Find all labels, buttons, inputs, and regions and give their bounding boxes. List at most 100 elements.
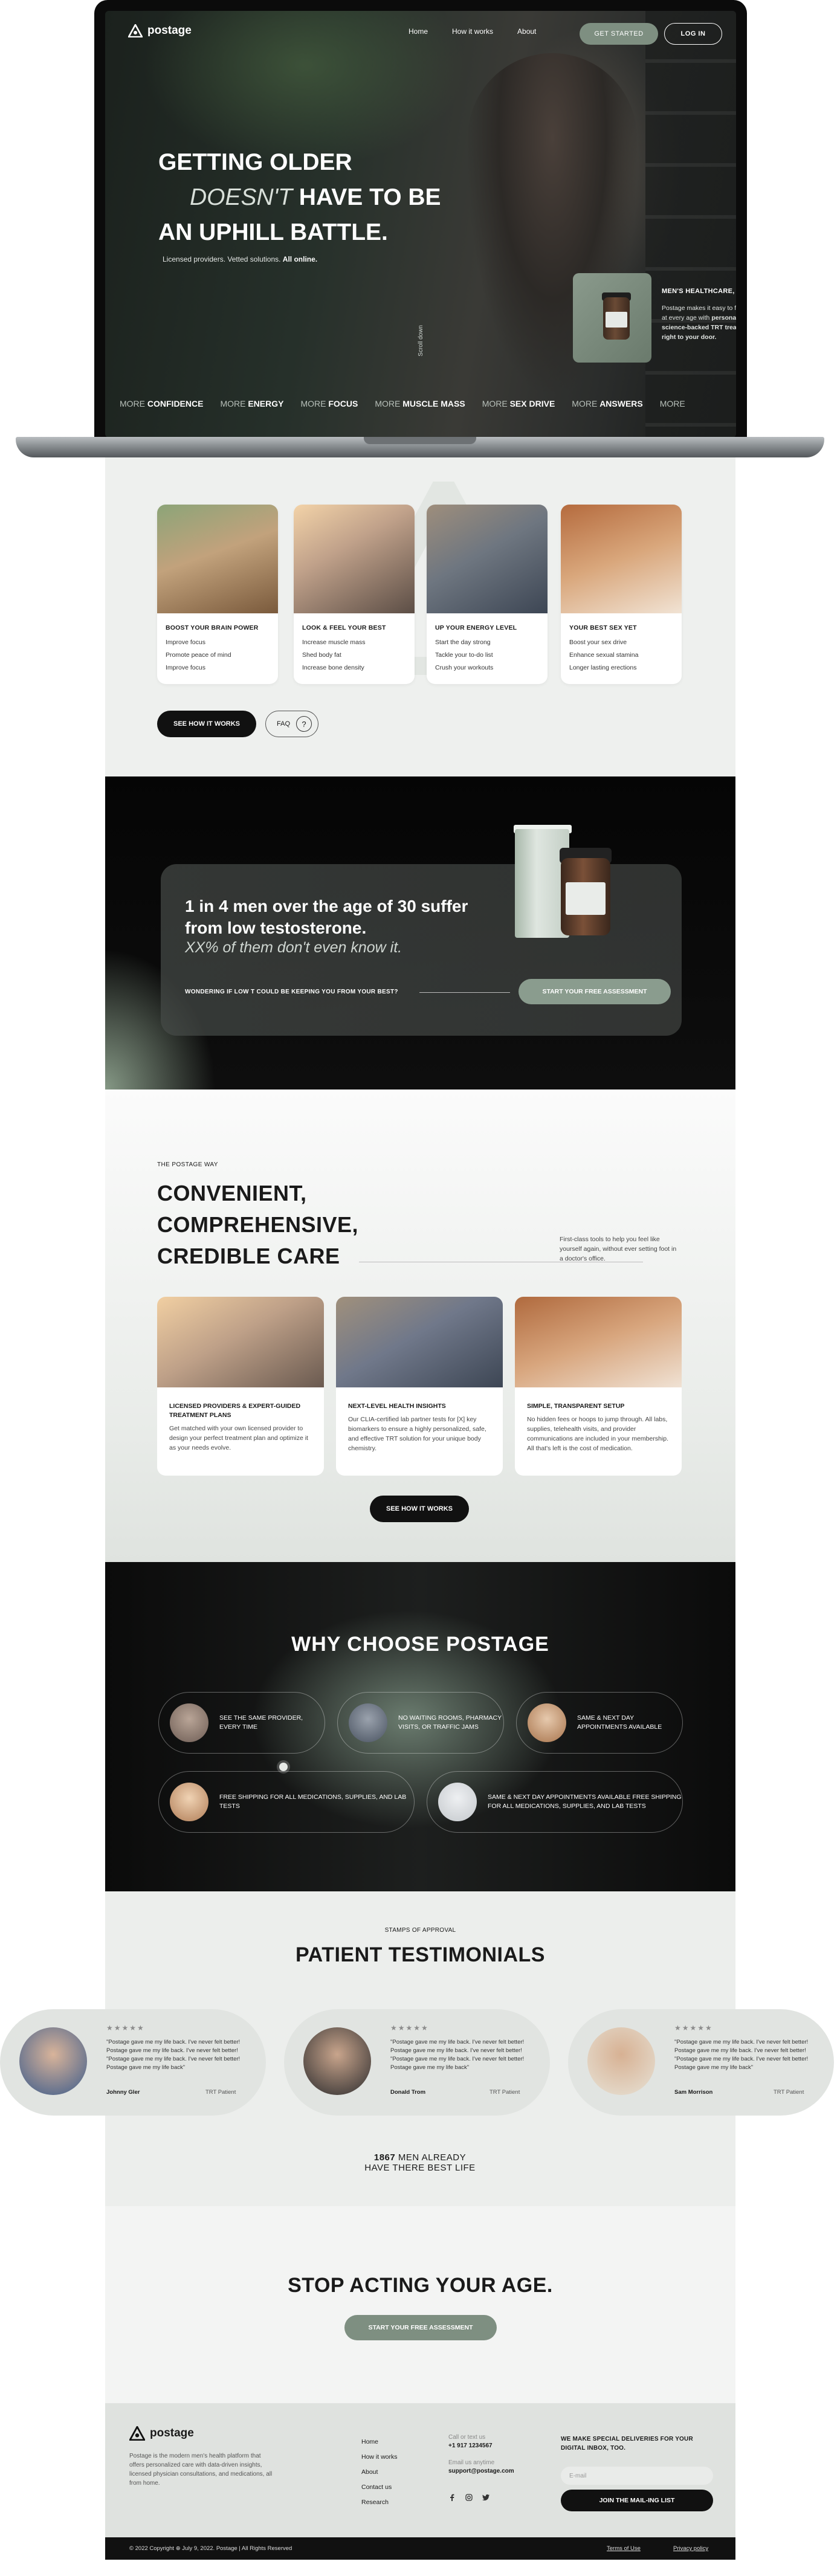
scroll-down-label[interactable]: Scroll down (418, 325, 424, 357)
care-card-setup[interactable]: SIMPLE, TRANSPARENT SETUP No hidden fees… (515, 1297, 682, 1476)
testimonial-card[interactable]: ★★★★★ "Postage gave me my life back. I'v… (284, 2009, 550, 2116)
why-pill: FREE SHIPPING FOR ALL MEDICATIONS, SUPPL… (158, 1771, 415, 1833)
nav-home[interactable]: Home (409, 27, 428, 36)
carousel-dot[interactable] (279, 1763, 288, 1771)
benefit-photo (561, 505, 682, 613)
twitter-icon[interactable] (482, 2494, 489, 2501)
care-title-line: CONVENIENT, (157, 1181, 307, 1206)
why-pill-text: SAME & NEXT DAY APPOINTMENTS AVAILABLE F… (488, 1793, 682, 1810)
care-title: CONVENIENT, COMPREHENSIVE, CREDIBLE CARE (157, 1178, 358, 1272)
benefit-item: Longer lasting erections (569, 664, 637, 671)
care-title-line: COMPREHENSIVE, (157, 1212, 359, 1237)
facebook-icon[interactable] (448, 2494, 456, 2501)
hero-screen: postage Home How it works About GET STAR… (105, 11, 736, 437)
care-photo (157, 1297, 324, 1387)
faq-button[interactable]: FAQ ? (265, 711, 318, 737)
ticker-item: MORE SEX DRIVE (482, 399, 555, 408)
hero-promo-card[interactable]: MEN'S HEALTHCARE, DELIVERED. Postage mak… (573, 273, 736, 363)
nav-about[interactable]: About (517, 27, 536, 36)
testimonial-quote: "Postage gave me my life back. I've neve… (390, 2039, 525, 2071)
see-how-it-works-button[interactable]: SEE HOW IT WORKS (370, 1496, 469, 1522)
nav-links: Home How it works About (409, 27, 536, 36)
testimonial-card[interactable]: ★★★★★ "Postage gave me my life back. I'v… (568, 2009, 834, 2116)
benefit-title: BOOST YOUR BRAIN POWER (166, 624, 259, 631)
hero-line-2-bold: HAVE TO BE (292, 184, 441, 210)
care-card-insights[interactable]: NEXT-LEVEL HEALTH INSIGHTS Our CLIA-cert… (336, 1297, 503, 1476)
care-card-providers[interactable]: LICENSED PROVIDERS & EXPERT-GUIDED TREAT… (157, 1297, 324, 1476)
jar-label (606, 312, 627, 328)
login-button[interactable]: LOG IN (664, 23, 722, 45)
promo-product-image (573, 273, 651, 363)
benefit-list: Increase muscle mass Shed body fat Incre… (294, 636, 415, 674)
footer-logo[interactable]: postage (129, 2426, 194, 2441)
benefit-item: Crush your workouts (435, 664, 494, 671)
testimonial-name: Johnny Gler (106, 2089, 140, 2096)
footer-links: Home How it works About Contact us Resea… (361, 2435, 398, 2510)
cta-section: STOP ACTING YOUR AGE. START YOUR FREE AS… (105, 2206, 735, 2403)
hero-sub-text: Licensed providers. Vetted solutions. (163, 255, 281, 263)
get-started-button[interactable]: GET STARTED (580, 23, 658, 45)
members-count: 1867 MEN ALREADY HAVE THERE BEST LIFE (0, 2152, 840, 2173)
email-link[interactable]: support@postage.com (448, 2467, 514, 2476)
why-pill: SEE THE SAME PROVIDER, EVERY TIME (158, 1692, 325, 1754)
why-pill: NO WAITING ROOMS, PHARMACY VISITS, OR TR… (337, 1692, 504, 1754)
newsletter-email-input[interactable]: E-mail (561, 2467, 713, 2485)
benefit-card-look[interactable]: LOOK & FEEL YOUR BEST Increase muscle ma… (294, 505, 415, 684)
instagram-icon[interactable] (465, 2494, 473, 2501)
rating-stars-icon: ★★★★★ (674, 2024, 713, 2032)
terms-link[interactable]: Terms of Use (607, 2545, 641, 2552)
benefit-item: Promote peace of mind (166, 651, 231, 659)
members-line-1: 1867 MEN ALREADY (0, 2152, 840, 2163)
ticker-item: MORE MUSCLE MASS (375, 399, 465, 408)
why-pill-image (170, 1783, 208, 1821)
footer-link-about[interactable]: About (361, 2465, 398, 2480)
benefit-item: Improve focus (166, 664, 205, 671)
footer-link-research[interactable]: Research (361, 2495, 398, 2510)
footer: postage Postage is the modern men's heal… (105, 2403, 735, 2560)
members-text: MEN ALREADY (395, 2152, 467, 2163)
benefit-card-brain[interactable]: BOOST YOUR BRAIN POWER Improve focus Pro… (157, 505, 278, 684)
testimonials-kicker: STAMPS OF APPROVAL (384, 1927, 456, 1934)
hero-headline: GETTING OLDER DOESN'T HAVE TO BE AN UPHI… (158, 145, 441, 250)
testimonial-role: TRT Patient (205, 2089, 236, 2096)
members-line-2: HAVE THERE BEST LIFE (364, 2163, 476, 2173)
newsletter-title: WE MAKE SPECIAL DELIVERIES FOR YOUR DIGI… (561, 2436, 693, 2452)
testimonial-quote: "Postage gave me my life back. I've neve… (674, 2039, 809, 2071)
benefit-title: LOOK & FEEL YOUR BEST (302, 624, 386, 631)
ticker-item: MORE ENERGY (220, 399, 284, 408)
why-section: WHY CHOOSE POSTAGE SEE THE SAME PROVIDER… (105, 1562, 735, 1891)
why-pill-text: SEE THE SAME PROVIDER, EVERY TIME (219, 1714, 303, 1731)
see-how-it-works-button[interactable]: SEE HOW IT WORKS (157, 711, 256, 737)
footer-link-how[interactable]: How it works (361, 2450, 398, 2465)
nav-how-it-works[interactable]: How it works (452, 27, 493, 36)
benefit-list: Boost your sex drive Enhance sexual stam… (561, 636, 682, 674)
stat-question: WONDERING IF LOW T COULD BE KEEPING YOU … (185, 989, 398, 995)
hero-line-1: GETTING OLDER (158, 149, 352, 175)
benefit-card-sex[interactable]: YOUR BEST SEX YET Boost your sex drive E… (561, 505, 682, 684)
benefit-card-energy[interactable]: UP YOUR ENERGY LEVEL Start the day stron… (427, 505, 548, 684)
phone-link[interactable]: +1 917 1234567 (448, 2442, 514, 2450)
ticker-item: MORE (659, 399, 685, 408)
benefit-title: YOUR BEST SEX YET (569, 624, 637, 631)
why-pill-text: SAME & NEXT DAY APPOINTMENTS AVAILABLE (577, 1714, 662, 1731)
why-pill-image (349, 1703, 387, 1742)
footer-link-home[interactable]: Home (361, 2435, 398, 2450)
benefit-item: Tackle your to-do list (435, 651, 493, 659)
join-mailing-list-button[interactable]: JOIN THE MAIL-ING LIST (561, 2490, 713, 2511)
hero-line-2: DOESN'T HAVE TO BE (158, 180, 441, 215)
benefit-title: UP YOUR ENERGY LEVEL (435, 624, 517, 631)
testimonial-quote: "Postage gave me my life back. I've neve… (106, 2039, 241, 2071)
privacy-link[interactable]: Privacy policy (673, 2545, 708, 2552)
free-assessment-button[interactable]: START YOUR FREE ASSESSMENT (344, 2315, 497, 2340)
testimonial-card[interactable]: ★★★★★ "Postage gave me my life back. I'v… (0, 2009, 266, 2116)
stat-headline: 1 in 4 men over the age of 30 suffer fro… (185, 897, 468, 937)
why-pill-image (438, 1783, 477, 1821)
free-assessment-button[interactable]: START YOUR FREE ASSESSMENT (519, 979, 671, 1004)
hero-line-2-thin: DOESN'T (190, 184, 292, 210)
footer-link-contact[interactable]: Contact us (361, 2480, 398, 2495)
benefit-item: Improve focus (166, 639, 205, 646)
product-jar-label (566, 882, 606, 915)
footer-bottom-bar: © 2022 Copyright ⊕ July 9, 2022. Postage… (105, 2537, 735, 2560)
benefit-photo (427, 505, 548, 613)
brand-logo[interactable]: postage (128, 24, 192, 37)
